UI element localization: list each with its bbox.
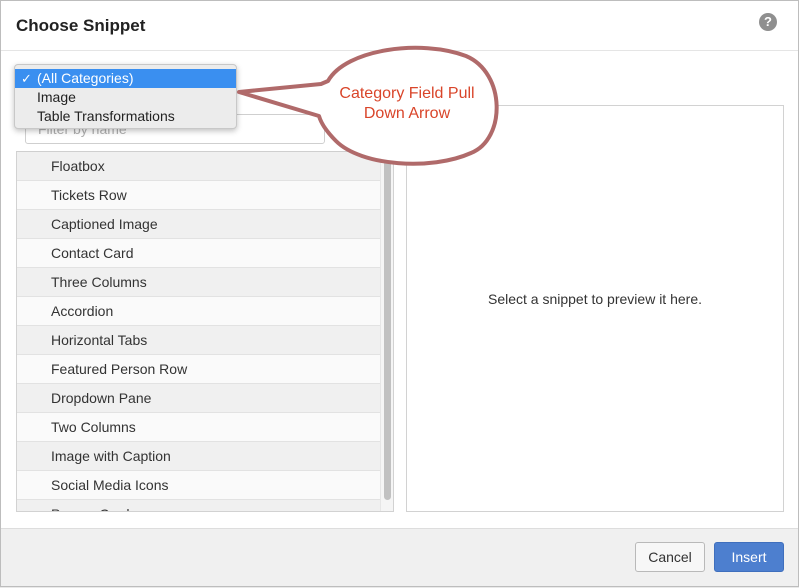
callout-text-line1: Category Field Pull	[339, 85, 475, 102]
choose-snippet-dialog: Choose Snippet ? Floatbox Tickets Row Ca…	[0, 0, 799, 587]
callout-text: Category Field Pull Down Arrow	[321, 84, 493, 124]
callout-text-line2: Down Arrow	[363, 105, 451, 122]
